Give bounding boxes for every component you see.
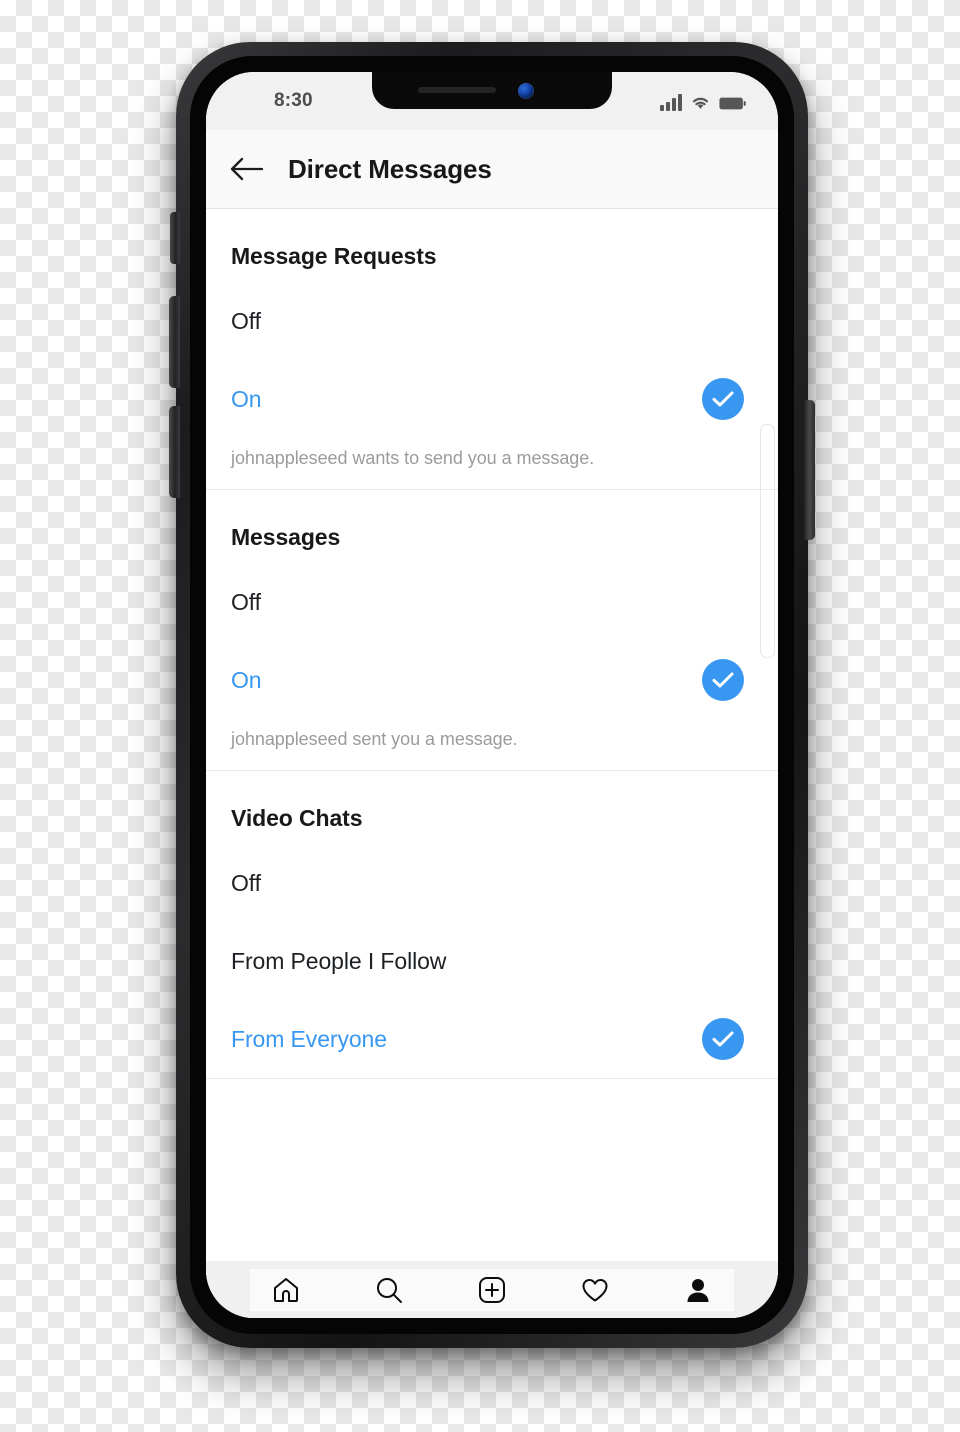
tabbar-band — [206, 1261, 778, 1318]
status-icons-group — [660, 89, 746, 111]
status-time: 8:30 — [274, 90, 313, 111]
device-notch — [372, 72, 612, 109]
section-messages: Messages Off On johnappleseed sent you a… — [206, 490, 778, 771]
option-row[interactable]: Off — [206, 856, 778, 910]
profile-icon — [687, 1279, 709, 1302]
option-row[interactable]: Off — [206, 294, 778, 348]
tab-activity[interactable] — [573, 1269, 617, 1311]
bottom-tab-bar — [250, 1269, 734, 1311]
earpiece-speaker — [418, 87, 496, 93]
option-row[interactable]: On — [206, 653, 778, 707]
search-icon — [377, 1278, 402, 1303]
check-icon — [702, 659, 744, 701]
app-header-bar: Direct Messages — [206, 130, 778, 209]
tab-profile[interactable] — [676, 1269, 720, 1311]
option-row[interactable]: From Everyone — [206, 1012, 778, 1066]
power-button[interactable] — [804, 400, 815, 540]
back-button[interactable] — [226, 149, 266, 189]
scrollbar-track[interactable] — [760, 424, 775, 658]
settings-content: Message Requests Off On johnappleseed wa… — [206, 209, 778, 1318]
home-icon — [274, 1278, 298, 1302]
section-title: Message Requests — [231, 243, 437, 269]
section-title: Messages — [231, 524, 341, 550]
section-title: Video Chats — [231, 805, 363, 831]
section-message-requests: Message Requests Off On johnappleseed wa… — [206, 209, 778, 490]
battery-icon — [719, 97, 746, 110]
add-post-icon — [479, 1277, 505, 1303]
tab-search[interactable] — [367, 1269, 411, 1311]
front-camera-icon — [518, 83, 534, 99]
option-label: On — [231, 385, 262, 412]
mute-switch-button[interactable] — [170, 212, 180, 264]
signal-bars-icon — [660, 94, 682, 111]
option-label: From People I Follow — [231, 947, 447, 974]
page-title: Direct Messages — [288, 153, 492, 184]
option-label: Off — [231, 588, 261, 615]
option-row[interactable]: From People I Follow — [206, 934, 778, 988]
status-bar: 8:30 — [206, 72, 778, 130]
check-icon — [702, 1018, 744, 1060]
option-label: From Everyone — [231, 1025, 387, 1052]
option-label: Off — [231, 307, 261, 334]
section-hint: johnappleseed sent you a message. — [231, 729, 518, 749]
tab-add-post[interactable] — [470, 1269, 514, 1311]
option-label: Off — [231, 869, 261, 896]
back-arrow-icon — [230, 157, 263, 181]
tab-home[interactable] — [264, 1269, 308, 1311]
section-hint: johnappleseed wants to send you a messag… — [231, 448, 595, 468]
phone-screen: 8:30 Direct Messages Message Requests Of… — [206, 72, 778, 1318]
volume-up-button[interactable] — [169, 296, 180, 388]
option-label: On — [231, 666, 262, 693]
volume-down-button[interactable] — [169, 406, 180, 498]
option-row[interactable]: On — [206, 372, 778, 426]
option-row[interactable]: Off — [206, 575, 778, 629]
check-icon — [702, 378, 744, 420]
section-video-chats: Video Chats Off From People I Follow Fro… — [206, 771, 778, 1079]
heart-icon — [582, 1279, 608, 1302]
wifi-icon — [692, 97, 709, 109]
